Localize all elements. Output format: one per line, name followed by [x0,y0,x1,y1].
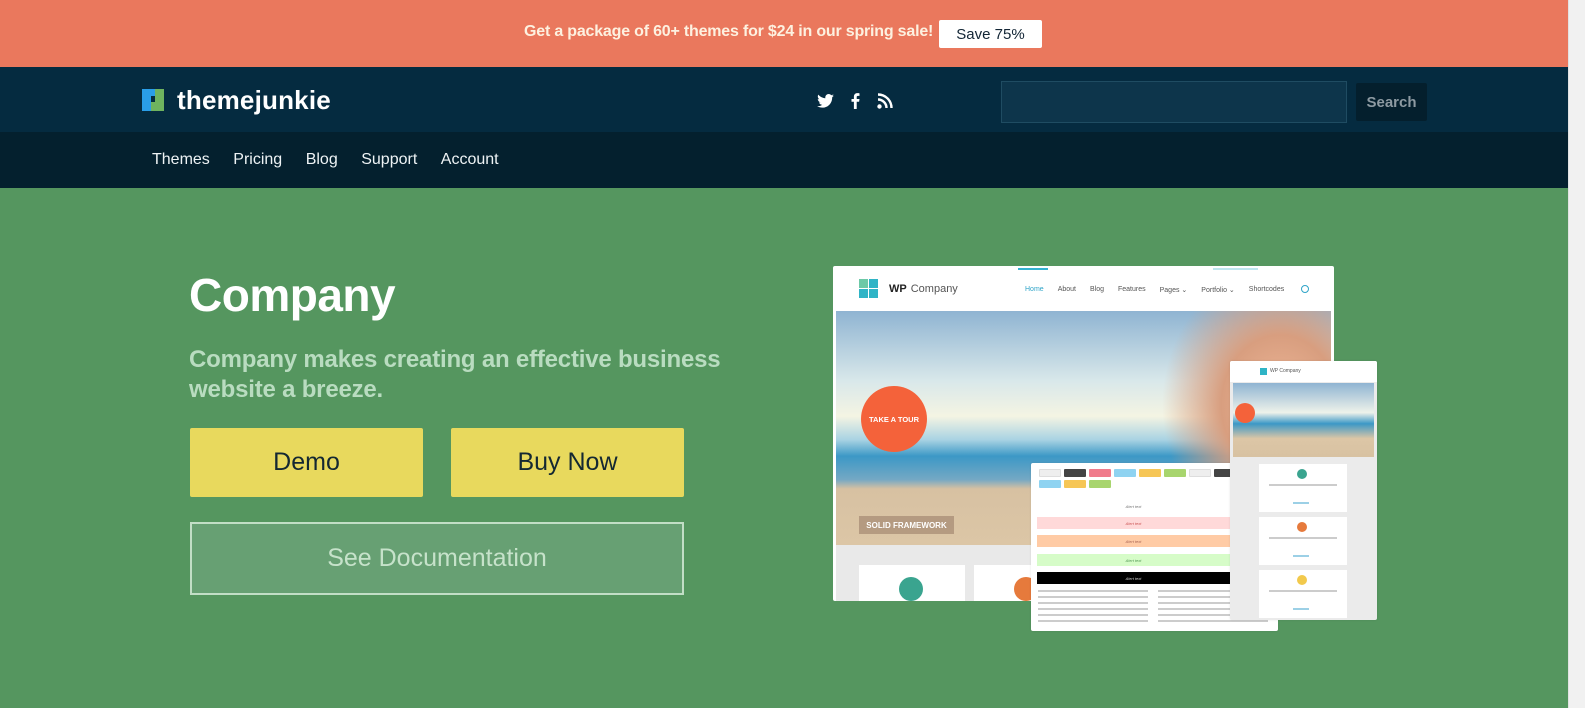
scrollbar[interactable] [1568,0,1585,708]
nav-item-support[interactable]: Support [361,151,417,169]
mobile-preview-tour-circle [1235,403,1255,423]
browser-icon [1297,522,1307,532]
page: Get a package of 60+ themes for $24 in o… [0,0,1568,708]
facebook-icon[interactable] [846,92,864,110]
main-nav: Themes Pricing Blog Support Account [0,132,1568,188]
logo[interactable]: themejunkie [142,85,331,115]
preview-indicator [1213,268,1258,270]
preview-logo-icon [859,279,878,298]
preview-alert-error: Alert text [1037,517,1230,529]
nav-item-pricing[interactable]: Pricing [233,151,282,169]
site-header: themejunkie Search [0,67,1568,132]
monitor-icon [1297,469,1307,479]
preview-brand-bold: WP [889,283,907,295]
preview-feature-card [859,565,965,601]
social-links [816,92,894,110]
buy-now-button[interactable]: Buy Now [451,428,684,497]
nav-item-account[interactable]: Account [441,151,499,169]
preview-alert-warning: Alert text [1037,535,1230,547]
preview-alert-default: Alert text [1125,503,1142,509]
mobile-preview-header: WP Company [1230,361,1377,382]
save-75-button[interactable]: Save 75% [939,20,1042,48]
nav-item-blog[interactable]: Blog [306,151,338,169]
preview-lorem-text [1038,588,1148,626]
preview-nav-item: Portfolio ⌄ [1201,287,1235,294]
preview-alert-success: Alert text [1037,554,1230,566]
preview-nav-item: Home [1025,286,1044,293]
mobile-preview-logo-icon [1260,368,1267,375]
preview-brand: WP Company [889,283,958,295]
see-documentation-button[interactable]: See Documentation [190,522,684,595]
mobile-preview-hero [1233,383,1374,457]
image-icon [1297,575,1307,585]
search-input[interactable] [1001,81,1347,123]
preview-search-icon [1301,285,1309,293]
twitter-icon[interactable] [816,92,834,110]
preview-nav-item: Features [1118,286,1146,293]
preview-take-a-tour: TAKE A TOUR [861,386,927,452]
rss-icon[interactable] [876,92,894,110]
theme-preview-mobile: WP Company [1230,361,1377,620]
monitor-icon [899,577,923,601]
promo-text: Get a package of 60+ themes for $24 in o… [524,23,934,40]
preview-solid-framework: SOLID FRAMEWORK [859,516,954,534]
preview-nav-item: About [1057,286,1076,293]
mobile-preview-card [1259,517,1347,565]
mobile-preview-card [1259,464,1347,512]
logo-mark-icon [142,89,164,111]
preview-nav: Home About Blog Features Pages ⌄ Portfol… [1025,286,1284,294]
promo-bar: Get a package of 60+ themes for $24 in o… [0,0,1568,67]
demo-button[interactable]: Demo [190,428,423,497]
preview-active-indicator [1018,268,1048,270]
mobile-preview-card [1259,570,1347,618]
preview-nav-item: Pages ⌄ [1159,287,1188,294]
search-button[interactable]: Search [1356,83,1427,121]
preview-alert-dark: Alert text [1037,572,1230,584]
preview-brand-name: Company [910,283,958,295]
preview-nav-item: Shortcodes [1248,286,1285,293]
preview-nav-item: Blog [1089,286,1104,293]
mobile-preview-brand: WP Company [1270,368,1301,374]
logo-text: themejunkie [177,85,331,115]
nav-item-themes[interactable]: Themes [152,151,210,169]
hero-title: Company [189,269,396,321]
hero-subtitle: Company makes creating an effective busi… [189,346,721,403]
